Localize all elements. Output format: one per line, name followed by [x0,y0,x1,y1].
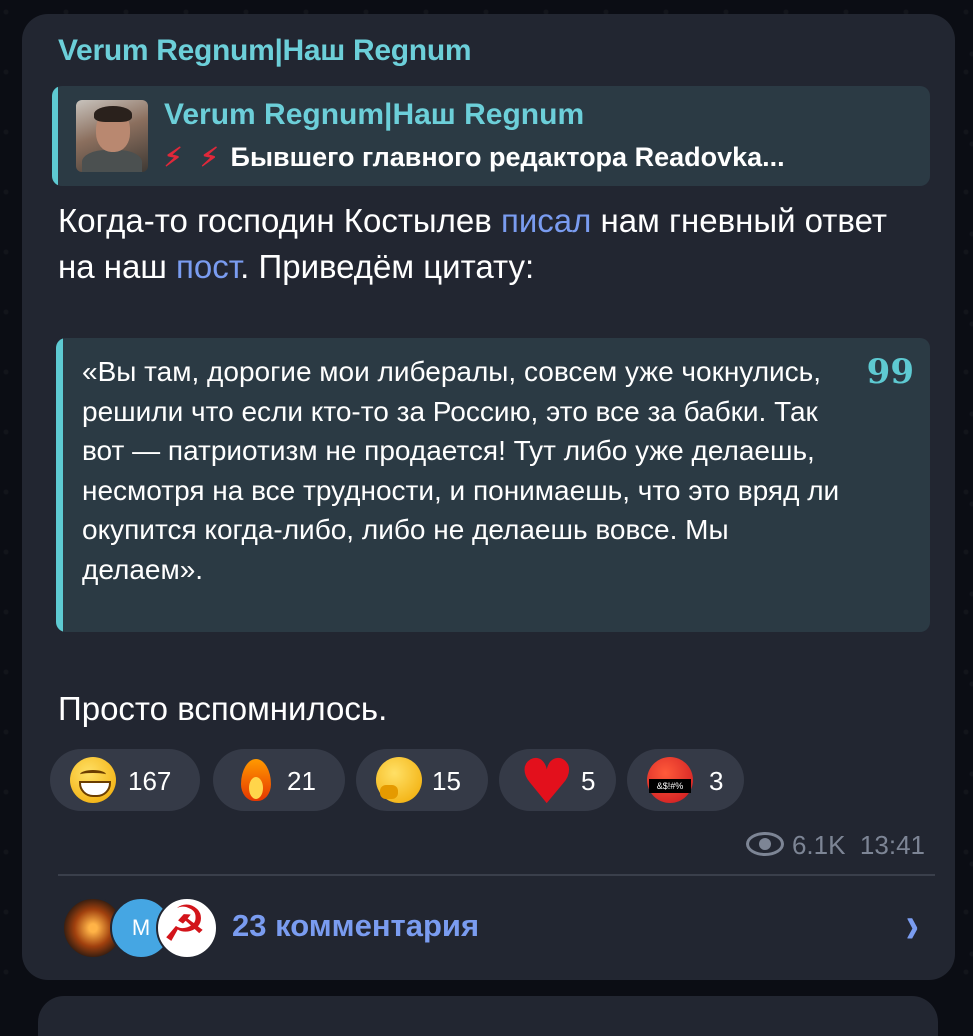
reaction-thinking[interactable]: 15 [356,749,488,811]
grinning-face-icon [70,757,116,803]
reaction-count: 3 [709,766,724,796]
hammer-sickle-avatar-icon [156,895,218,959]
divider [58,874,935,876]
comments-link[interactable]: 23 комментария [232,908,479,944]
lightning-icon: ⚡︎ [164,142,183,172]
reply-text-row: ⚡︎ ⚡︎ Бывшего главного редактора Readovka.… [164,142,785,173]
reaction-count: 167 [128,766,172,796]
chevron-right-icon[interactable]: › [906,896,919,955]
face-with-symbols-icon [647,757,693,803]
thinking-face-icon [376,757,422,803]
fire-icon [233,757,279,803]
views-count: 6.1K [791,830,846,860]
reaction-count: 21 [287,766,316,796]
forwarded-reply-preview[interactable]: Verum Regnum|Наш Regnum ⚡︎ ⚡︎ Бывшего глав… [52,86,930,186]
reaction-angry[interactable]: 3 [627,749,744,811]
quote-icon: 99 [866,352,914,392]
reply-accent-bar [52,86,58,186]
quote-text: «Вы там, дорогие мои либералы, совсем уж… [82,356,840,585]
eye-icon [745,832,784,857]
reply-thumbnail [76,100,148,172]
reaction-count: 5 [581,766,596,796]
channel-name[interactable]: Verum Regnum|Наш Regnum [58,34,472,68]
lightning-icon: ⚡︎ [200,142,219,172]
text-span: . Приведём цитату: [240,248,535,285]
red-heart-icon [519,745,575,818]
message-meta: 6.1K 13:41 [745,830,925,861]
reaction-fire[interactable]: 21 [213,749,345,811]
quote-accent-bar [56,338,63,632]
commenter-avatars[interactable]: M [62,895,218,959]
message-text-footer: Просто вспомнилось. [58,690,388,727]
link-post[interactable]: пост [176,248,240,285]
text-span: Когда-то господин Костылев [58,202,501,239]
next-message-bubble [38,996,938,1036]
reply-title: Verum Regnum|Наш Regnum [164,98,585,131]
blockquote: «Вы там, дорогие мои либералы, совсем уж… [56,338,930,632]
timestamp: 13:41 [859,830,925,860]
reaction-grin[interactable]: 167 [50,749,200,811]
message-text: Когда-то господин Костылев писал нам гне… [58,198,918,290]
link-wrote[interactable]: писал [501,202,591,239]
reply-snippet: Бывшего главного редактора Readovka... [230,142,785,172]
reaction-heart[interactable]: 5 [499,745,616,818]
reaction-count: 15 [432,766,461,796]
